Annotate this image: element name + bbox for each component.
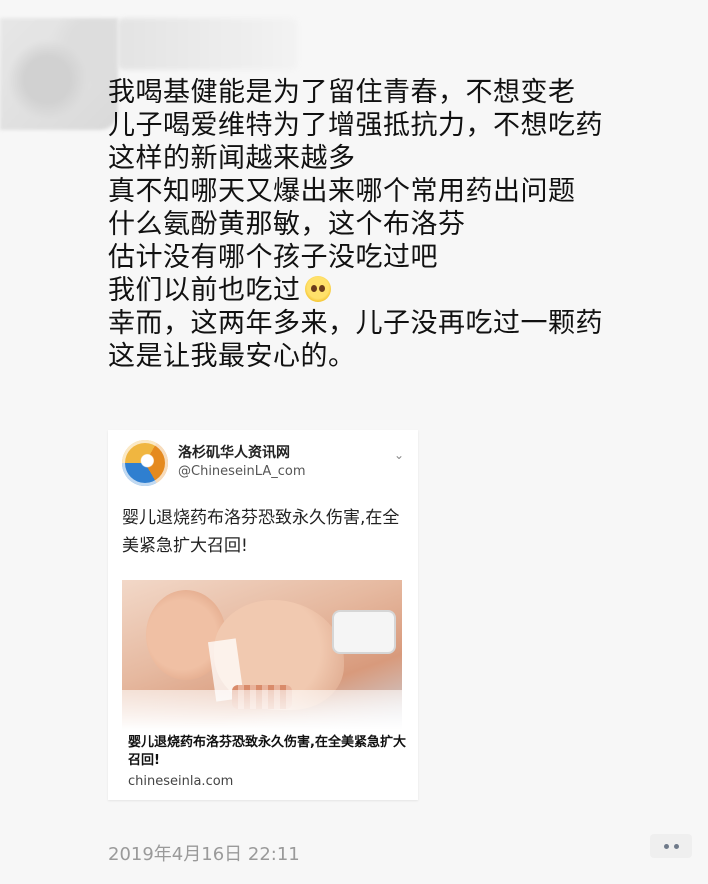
post-line-with-emoji: 我们以前也吃过 <box>108 274 698 307</box>
more-dot-icon <box>673 843 679 849</box>
card-header: 洛杉矶华人资讯网 @ChineseinLA_com ⌄ <box>122 440 412 492</box>
source-logo-icon <box>122 440 168 486</box>
thumbnail-hospital-band <box>332 610 396 654</box>
source-handle: @ChineseinLA_com <box>178 464 306 479</box>
source-name: 洛杉矶华人资讯网 <box>178 445 290 461</box>
thumbnail-blanket <box>122 690 402 730</box>
post-text: 我喝基健能是为了留住青春，不想变老 儿子喝爱维特为了增强抵抗力，不想吃药 这样的… <box>108 76 698 373</box>
post-line: 这样的新闻越来越多 <box>108 143 356 174</box>
more-dot-icon <box>663 843 669 849</box>
post-line: 我喝基健能是为了留住青春，不想变老 <box>108 77 576 108</box>
shared-article-card[interactable]: 洛杉矶华人资讯网 @ChineseinLA_com ⌄ 婴儿退烧药布洛芬恐致永久… <box>108 430 418 800</box>
blurred-username <box>118 18 298 70</box>
post-line: 什么氨酚黄那敏，这个布洛芬 <box>108 209 466 240</box>
article-thumbnail[interactable] <box>122 580 402 730</box>
post-line: 幸而，这两年多来，儿子没再吃过一颗药 <box>108 308 603 339</box>
card-headline: 婴儿退烧药布洛芬恐致永久伤害,在全美紧急扩大召回! <box>122 508 400 556</box>
post-line: 真不知哪天又爆出来哪个常用药出问题 <box>108 176 576 207</box>
post-line: 估计没有哪个孩子没吃过吧 <box>108 242 438 273</box>
image-caption: 婴儿退烧药布洛芬恐致永久伤害,在全美紧急扩大召回! <box>128 735 406 768</box>
chevron-down-icon[interactable]: ⌄ <box>392 448 406 462</box>
post-line-text: 我们以前也吃过 <box>108 275 301 306</box>
post-line: 儿子喝爱维特为了增强抵抗力，不想吃药 <box>108 110 603 141</box>
post-line: 这是让我最安心的。 <box>108 341 356 372</box>
blurred-avatar <box>0 18 118 130</box>
post-timestamp: 2019年4月16日 22:11 <box>108 844 300 865</box>
article-domain[interactable]: chineseinla.com <box>128 774 233 789</box>
pleading-face-emoji-icon <box>304 276 331 302</box>
more-options-button[interactable] <box>650 834 692 858</box>
